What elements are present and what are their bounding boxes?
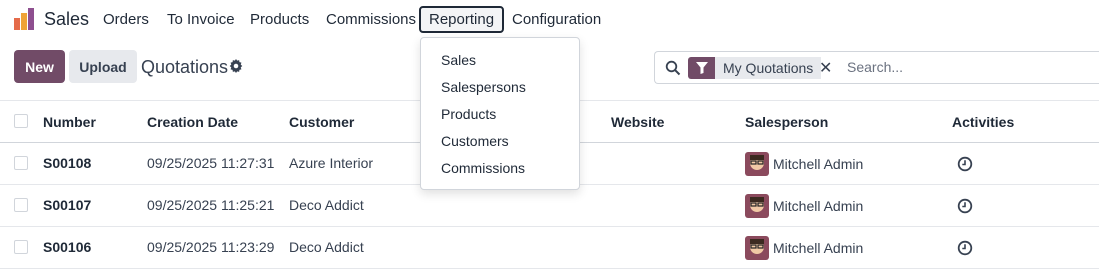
row-checkbox[interactable] (14, 156, 28, 170)
menu-item-customers[interactable]: Customers (441, 133, 509, 149)
avatar (745, 152, 769, 176)
sales-app-icon[interactable] (13, 8, 35, 30)
top-navbar: Sales Orders To Invoice Products Commiss… (0, 0, 1099, 38)
header-website[interactable]: Website (611, 114, 664, 130)
menu-item-commissions[interactable]: Commissions (441, 160, 525, 176)
avatar (745, 194, 769, 218)
row-checkbox[interactable] (14, 240, 28, 254)
clock-icon[interactable] (957, 240, 973, 256)
upload-button[interactable]: Upload (69, 50, 137, 83)
filter-facet-badge (688, 57, 715, 79)
menu-item-products[interactable]: Products (441, 106, 496, 122)
salesperson-name: Mitchell Admin (773, 198, 864, 214)
header-creation-date[interactable]: Creation Date (147, 114, 238, 130)
nav-to-invoice[interactable]: To Invoice (167, 11, 235, 28)
header-number[interactable]: Number (43, 114, 96, 130)
close-icon[interactable]: ✕ (819, 58, 832, 78)
nav-commissions[interactable]: Commissions (326, 11, 416, 28)
table-row[interactable]: S00107 09/25/2025 11:25:21 Deco Addict M… (0, 185, 1099, 227)
filter-icon (695, 62, 708, 74)
menu-item-sales[interactable]: Sales (441, 52, 476, 68)
page-title: Quotations (141, 57, 229, 77)
nav-reporting[interactable]: Reporting (419, 6, 505, 33)
order-number: S00106 (43, 239, 92, 255)
select-all-checkbox[interactable] (14, 114, 28, 128)
search-input[interactable] (845, 58, 1089, 76)
customer-name: Deco Addict (289, 239, 364, 255)
header-customer[interactable]: Customer (289, 114, 354, 130)
customer-name: Deco Addict (289, 197, 364, 213)
clock-icon[interactable] (957, 198, 973, 214)
nav-orders[interactable]: Orders (103, 11, 149, 28)
search-bar: My Quotations ✕ (654, 51, 1099, 84)
order-number: S00108 (43, 155, 92, 171)
gear-icon[interactable] (229, 59, 243, 73)
new-button[interactable]: New (14, 50, 65, 83)
search-icon[interactable] (665, 60, 681, 76)
row-checkbox[interactable] (14, 198, 28, 212)
salesperson-name: Mitchell Admin (773, 156, 864, 172)
menu-item-salespersons[interactable]: Salespersons (441, 79, 526, 95)
clock-icon[interactable] (957, 156, 973, 172)
table-row[interactable]: S00106 09/25/2025 11:23:29 Deco Addict M… (0, 227, 1099, 269)
reporting-dropdown-menu: Sales Salespersons Products Customers Co… (420, 37, 580, 190)
customer-name: Azure Interior (289, 155, 374, 171)
salesperson-name: Mitchell Admin (773, 240, 864, 256)
nav-configuration[interactable]: Configuration (512, 11, 601, 28)
avatar (745, 236, 769, 260)
nav-products[interactable]: Products (250, 11, 309, 28)
creation-date: 09/25/2025 11:27:31 (147, 155, 275, 171)
creation-date: 09/25/2025 11:23:29 (147, 239, 275, 255)
header-salesperson[interactable]: Salesperson (745, 114, 828, 130)
header-activities[interactable]: Activities (952, 114, 1014, 130)
creation-date: 09/25/2025 11:25:21 (147, 197, 275, 213)
filter-facet-label: My Quotations (715, 57, 822, 79)
order-number: S00107 (43, 197, 92, 213)
app-name[interactable]: Sales (44, 9, 89, 30)
